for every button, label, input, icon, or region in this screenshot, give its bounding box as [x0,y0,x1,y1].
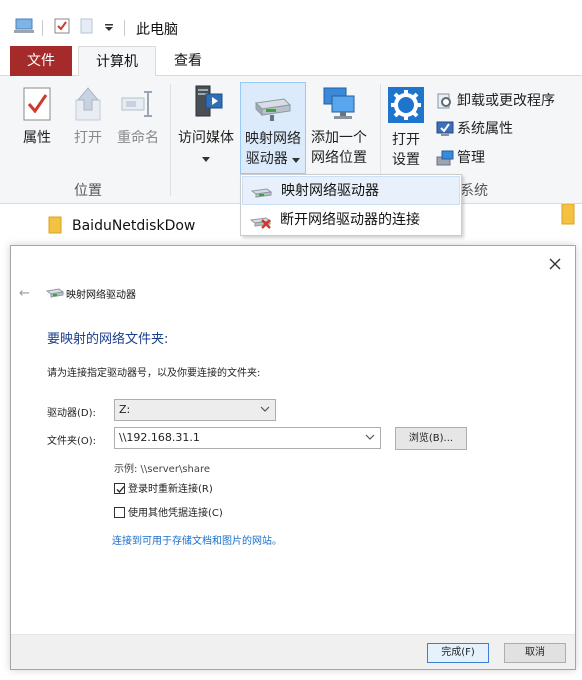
add-location-label-line2: 网络位置 [311,150,367,166]
network-drive-icon [46,288,64,298]
folder-name[interactable]: BaiduNetdiskDow [72,218,195,234]
finish-button[interactable]: 完成(F) [427,643,489,663]
open-label: 打开 [74,130,102,146]
checkmark-icon [116,486,125,493]
rename-icon [121,91,152,117]
connect-website-link[interactable]: 连接到可用于存储文档和图片的网站。 [112,532,282,547]
open-button[interactable]: 打开 [68,86,108,148]
title-bar: 此电脑 [0,0,582,46]
tab-file[interactable]: 文件 [10,46,72,76]
checkbox-unchecked[interactable] [114,507,125,518]
settings-gear-icon [388,87,424,123]
menu-item-label: 断开网络驱动器的连接 [280,212,420,228]
folder-input[interactable]: \\192.168.31.1 [114,427,381,449]
properties-button[interactable]: 属性 [14,86,60,148]
access-media-button[interactable]: 访问媒体 [174,84,238,168]
map-drive-dropdown-menu: 映射网络驱动器 断开网络驱动器的连接 [240,174,462,236]
toolbar-separator [124,20,125,36]
properties-label: 属性 [23,130,51,146]
map-drive-label-line2: 驱动器 [241,149,305,169]
manage-item[interactable]: 管理 [436,147,485,169]
system-properties-item[interactable]: 系统属性 [436,118,513,140]
open-settings-button[interactable]: 打开 设置 [384,86,428,170]
chevron-down-icon[interactable] [365,432,375,442]
manage-label: 管理 [457,150,485,166]
menu-item-label: 映射网络驱动器 [281,183,379,199]
tab-view[interactable]: 查看 [164,46,212,76]
network-location-icon [323,87,355,119]
folder-example: 示例: \\server\share [114,464,211,475]
ribbon-tabs: 文件 计算机 查看 [0,46,582,77]
new-folder-icon[interactable] [80,18,94,34]
customize-dropdown-icon[interactable] [104,24,114,32]
drive-select[interactable]: Z: [114,399,276,421]
dialog-instruction: 请为连接指定驱动器号，以及你要连接的文件夹: [47,368,261,379]
folder-icon [561,204,575,225]
uninstall-programs-item[interactable]: 卸载或更改程序 [436,90,555,112]
map-network-drive-button[interactable]: 映射网络 驱动器 [240,82,306,174]
media-server-icon [195,85,223,117]
drive-label: 驱动器(D): [47,408,96,419]
group-separator [170,84,171,196]
close-icon[interactable] [547,256,563,272]
system-properties-label: 系统属性 [457,121,513,137]
reconnect-checkbox[interactable]: 登录时重新连接(R) [114,483,213,497]
network-drive-icon [254,98,292,121]
open-settings-label-line1: 打开 [392,132,420,148]
other-credentials-label: 使用其他凭据连接(C) [128,508,223,519]
manage-icon [436,150,454,166]
folder-value: \\192.168.31.1 [119,431,200,444]
add-network-location-button[interactable]: 添加一个 网络位置 [306,84,372,168]
computer-icon [14,18,34,33]
properties-check-icon[interactable] [54,18,70,34]
folder-label: 文件夹(O): [47,436,97,447]
rename-label: 重命名 [117,130,159,146]
open-arrow-icon [75,87,101,121]
map-drive-label-line1: 映射网络 [245,131,301,147]
access-media-label: 访问媒体 [178,130,234,146]
chevron-down-icon [260,406,270,412]
checkbox-checked[interactable] [114,483,125,494]
drive-value: Z: [119,403,131,416]
folder-icon [48,216,62,234]
cancel-button[interactable]: 取消 [504,643,566,663]
dialog-title: 映射网络驱动器 [66,290,136,301]
menu-item-map-network-drive[interactable]: 映射网络驱动器 [242,176,460,205]
group-label-system: 系统 [460,183,488,199]
group-label-location: 位置 [74,183,102,199]
chevron-down-icon [292,158,301,163]
back-arrow-icon[interactable]: ← [19,286,30,301]
window-title: 此电脑 [136,22,178,38]
dialog-footer [11,634,575,669]
menu-item-disconnect-network-drive[interactable]: 断开网络驱动器的连接 [242,206,460,235]
dialog-heading: 要映射的网络文件夹: [47,332,169,347]
chevron-down-icon [202,157,210,162]
browse-button[interactable]: 浏览(B)... [395,427,467,450]
open-settings-label-line2: 设置 [392,152,420,168]
disconnect-drive-icon [250,217,272,229]
add-location-label-line1: 添加一个 [311,130,367,146]
reconnect-label: 登录时重新连接(R) [128,484,213,495]
properties-icon [23,87,51,121]
rename-button[interactable]: 重命名 [112,86,164,148]
network-drive-icon [251,188,273,198]
uninstall-icon [437,93,451,109]
system-properties-icon [436,121,454,136]
map-network-drive-dialog: ← 映射网络驱动器 要映射的网络文件夹: 请为连接指定驱动器号，以及你要连接的文… [10,245,576,670]
tab-computer[interactable]: 计算机 [78,46,156,77]
other-credentials-checkbox[interactable]: 使用其他凭据连接(C) [114,507,223,521]
uninstall-label: 卸载或更改程序 [457,93,555,109]
toolbar-separator [42,20,43,36]
